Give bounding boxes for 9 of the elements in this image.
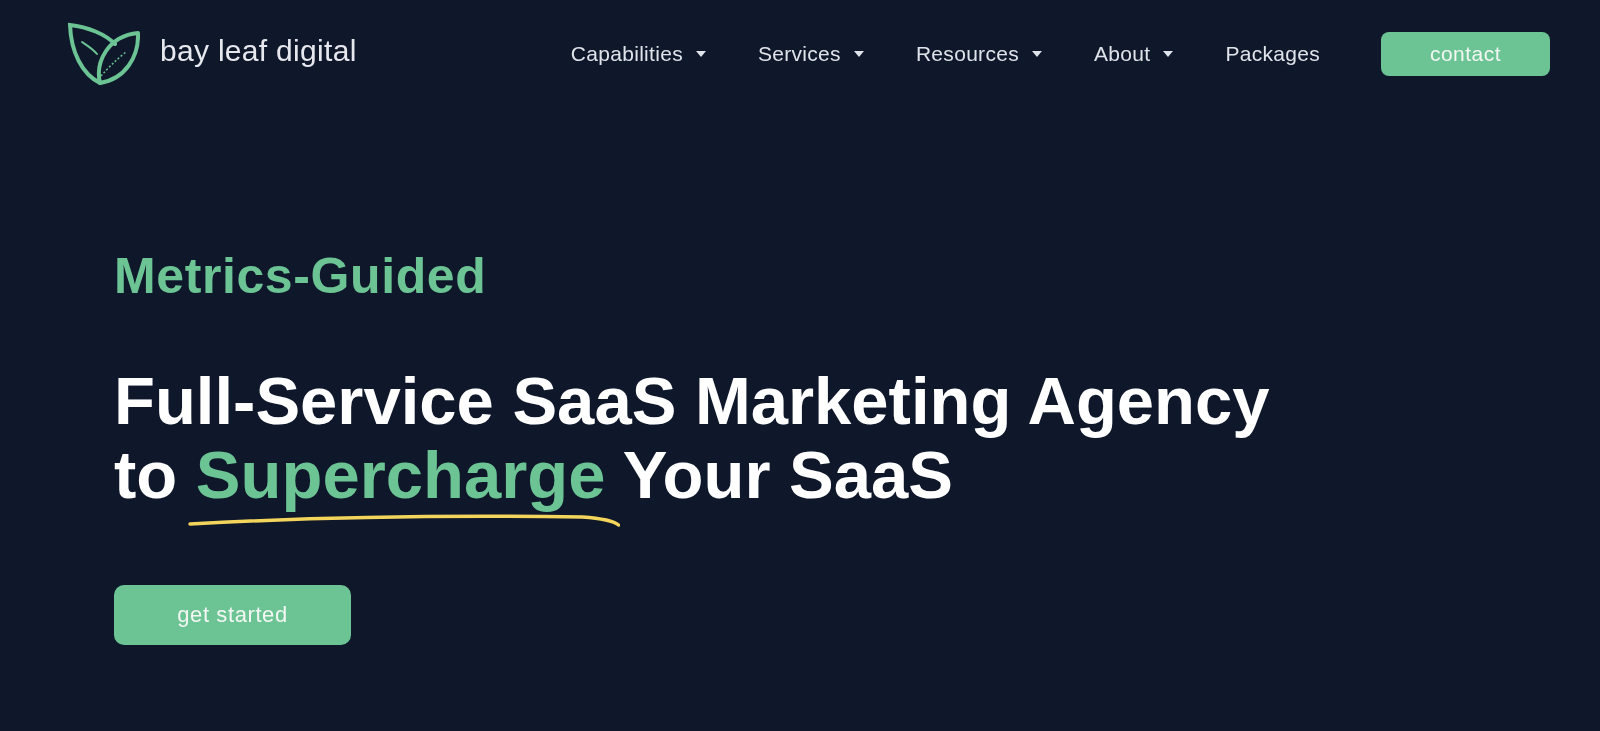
headline: Full-Service SaaS Marketing Agency to Supercharge Your SaaS bbox=[114, 364, 1270, 512]
nav-link[interactable]: Capabilities bbox=[570, 42, 706, 66]
nav-link[interactable]: Resources bbox=[915, 42, 1042, 66]
nav-link[interactable]: Services bbox=[757, 42, 864, 66]
nav-link[interactable]: About bbox=[1094, 42, 1174, 66]
nav-link[interactable]: Packages bbox=[1225, 42, 1320, 66]
brand-name[interactable]: bay leaf digital bbox=[160, 34, 357, 68]
leaf-logo-icon bbox=[68, 22, 140, 86]
eyebrow-heading: Metrics-Guided bbox=[114, 247, 487, 305]
